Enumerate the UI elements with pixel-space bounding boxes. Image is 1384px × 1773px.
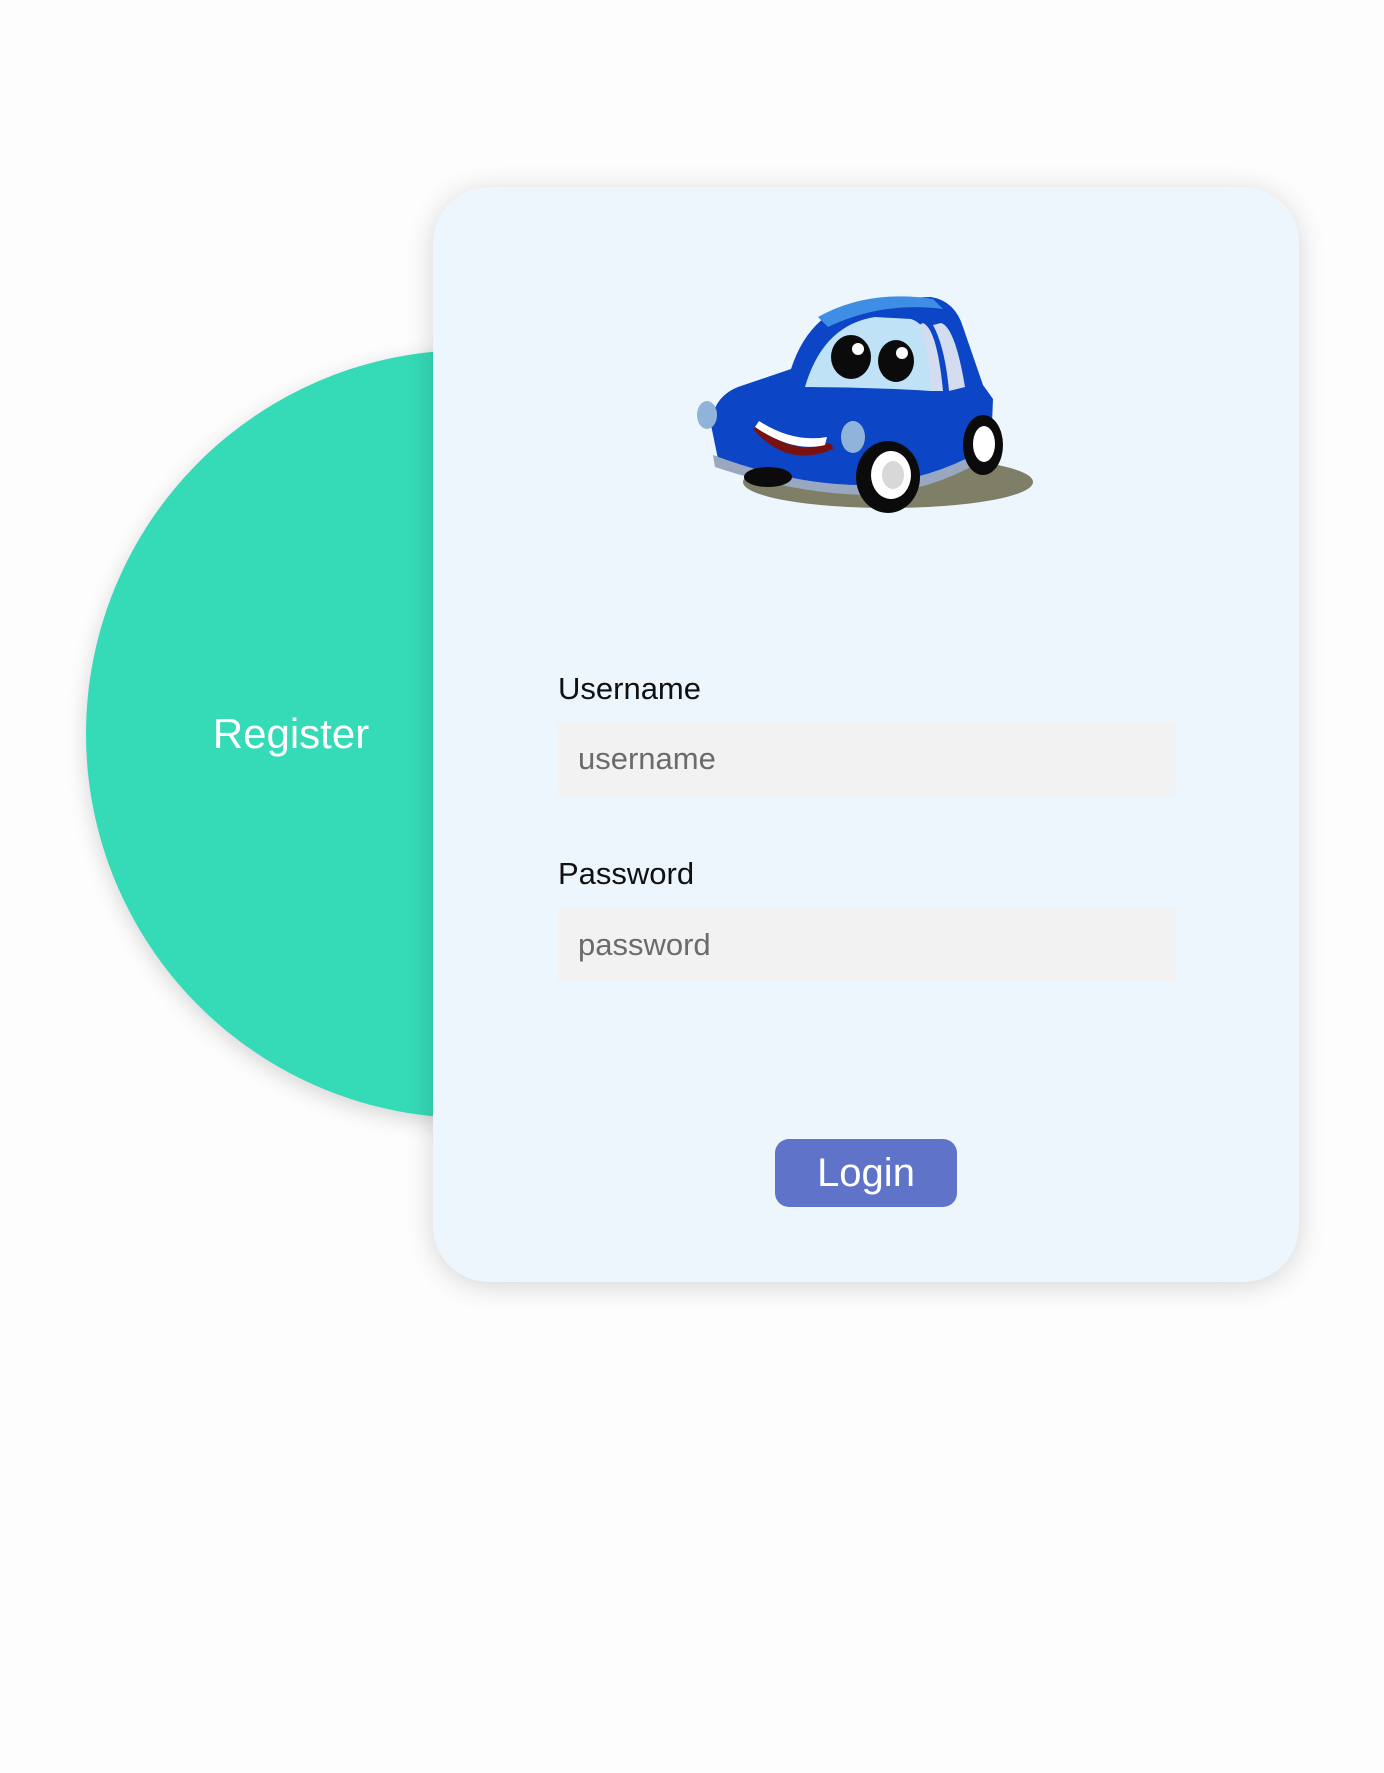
username-label: Username [558,671,701,706]
car-mascot-icon [697,296,1033,513]
password-label: Password [558,856,695,891]
password-input[interactable] [558,908,1176,981]
register-link[interactable]: Register [200,708,382,760]
login-button[interactable]: Login [775,1139,957,1207]
username-input[interactable] [558,722,1176,795]
login-card: Username Password Login [433,187,1299,1282]
